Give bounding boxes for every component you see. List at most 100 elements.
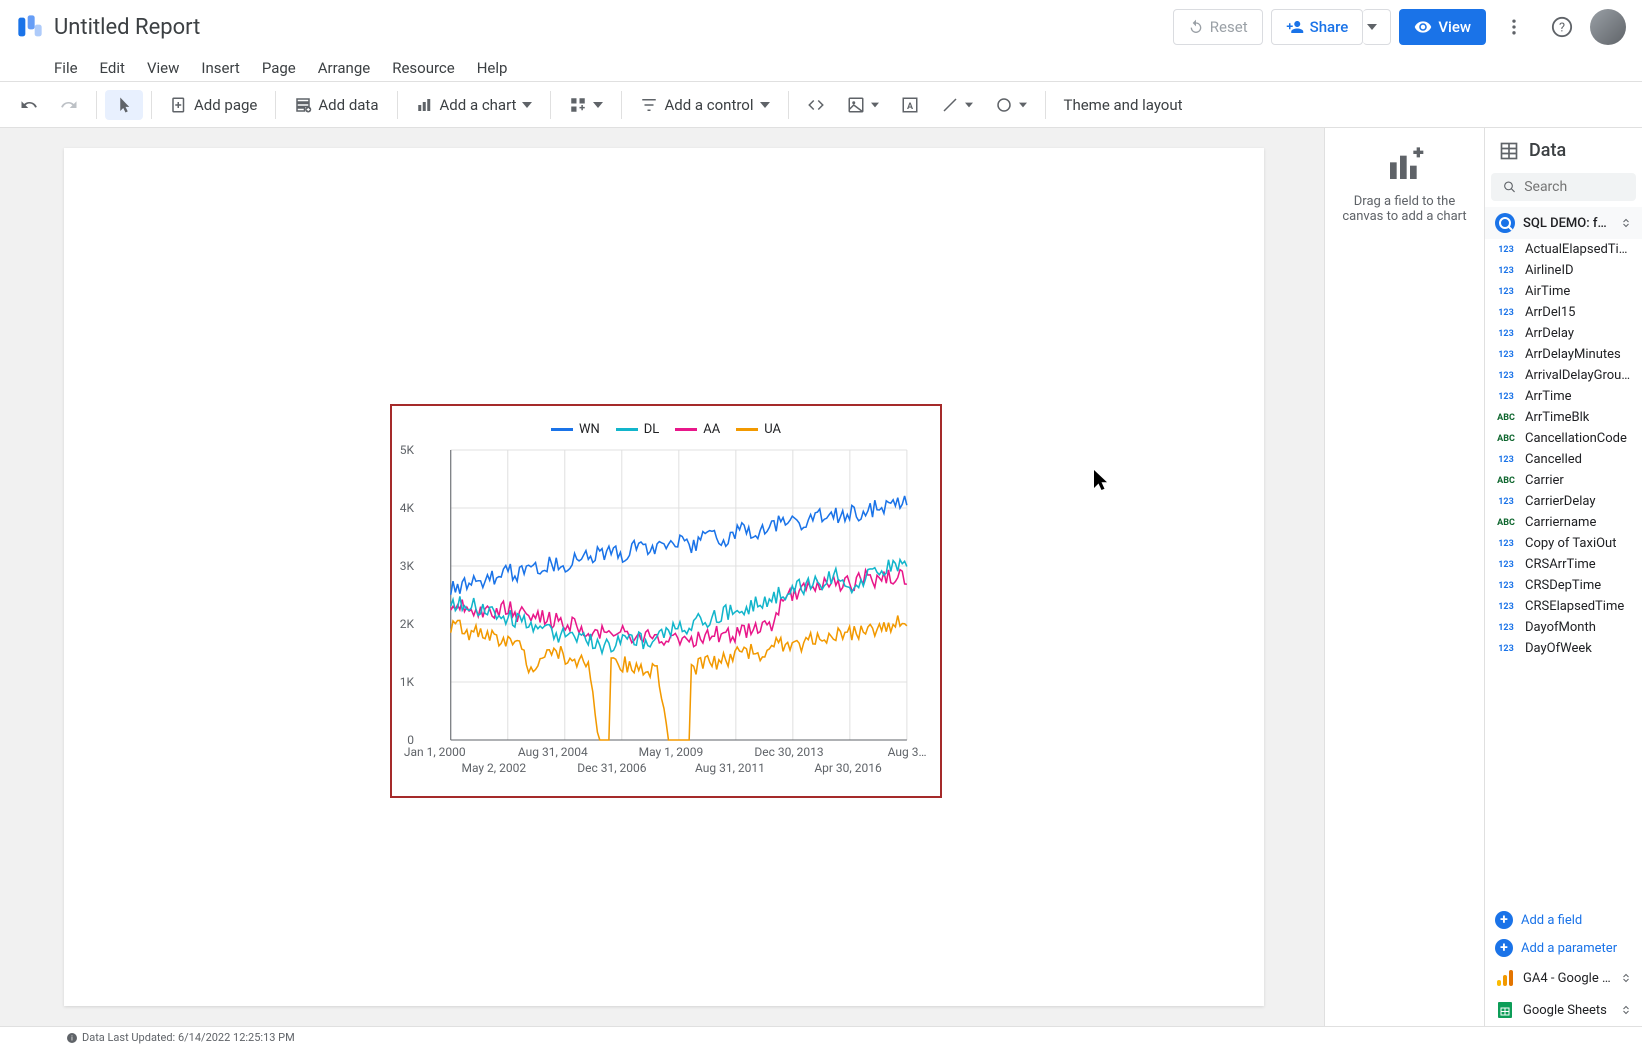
- chevron-down-icon: [871, 101, 879, 109]
- field-row[interactable]: 123Cancelled: [1485, 449, 1642, 470]
- field-row[interactable]: 123ArrDelay: [1485, 323, 1642, 344]
- toolbar-divider: [550, 91, 551, 119]
- field-name: CRSDepTime: [1525, 578, 1601, 593]
- view-label: View: [1438, 18, 1471, 36]
- field-row[interactable]: 123ActualElapsedTime: [1485, 239, 1642, 260]
- undo-button[interactable]: [10, 90, 48, 120]
- menu-arrange[interactable]: Arrange: [308, 55, 380, 81]
- menu-resource[interactable]: Resource: [382, 55, 465, 81]
- add-chart-button[interactable]: Add a chart: [406, 90, 543, 120]
- field-row[interactable]: 123CarrierDelay: [1485, 491, 1642, 512]
- report-page[interactable]: WNDLAAUA 01K2K3K4K5K Jan 1, 2000Aug 31, …: [64, 148, 1264, 1006]
- field-row[interactable]: ABCCancellationCode: [1485, 428, 1642, 449]
- field-type-badge: ABC: [1495, 434, 1517, 444]
- add-icon: +: [1495, 911, 1513, 929]
- add-field-link[interactable]: + Add a field: [1485, 906, 1642, 934]
- add-page-button[interactable]: Add page: [160, 90, 267, 120]
- menu-edit[interactable]: Edit: [90, 55, 135, 81]
- legend-item[interactable]: AA: [675, 422, 720, 437]
- datasource-name: Google Sheets: [1523, 1003, 1612, 1018]
- field-type-badge: 123: [1495, 644, 1517, 654]
- blocks-icon: [569, 96, 587, 114]
- field-row[interactable]: ABCArrTimeBlk: [1485, 407, 1642, 428]
- share-dropdown[interactable]: [1363, 9, 1391, 45]
- field-row[interactable]: 123ArrTime: [1485, 386, 1642, 407]
- image-button[interactable]: [837, 90, 889, 120]
- field-row[interactable]: ABCCarrier: [1485, 470, 1642, 491]
- redo-icon: [60, 96, 78, 114]
- legend-item[interactable]: UA: [736, 422, 781, 437]
- select-tool[interactable]: [105, 90, 143, 120]
- chevron-down-icon: [522, 100, 532, 110]
- embed-button[interactable]: [797, 90, 835, 120]
- share-button[interactable]: Share: [1271, 9, 1364, 45]
- field-row[interactable]: 123CRSDepTime: [1485, 575, 1642, 596]
- table-icon: [1499, 141, 1519, 161]
- legend-label: AA: [703, 422, 720, 437]
- field-row[interactable]: 123AirTime: [1485, 281, 1642, 302]
- legend-item[interactable]: DL: [616, 422, 660, 437]
- add-data-button[interactable]: Add data: [284, 90, 388, 120]
- x-tick-label: Aug 3…: [888, 745, 927, 759]
- field-row[interactable]: 123CRSArrTime: [1485, 554, 1642, 575]
- reset-button[interactable]: Reset: [1173, 9, 1263, 45]
- shape-button[interactable]: [985, 90, 1037, 120]
- add-parameter-link[interactable]: + Add a parameter: [1485, 934, 1642, 962]
- x-tick-label: Aug 31, 2011: [695, 761, 765, 775]
- field-name: DayOfWeek: [1525, 641, 1592, 656]
- more-options-button[interactable]: [1494, 7, 1534, 47]
- canvas-area[interactable]: WNDLAAUA 01K2K3K4K5K Jan 1, 2000Aug 31, …: [0, 128, 1324, 1026]
- redo-button[interactable]: [50, 90, 88, 120]
- field-type-badge: 123: [1495, 245, 1517, 255]
- x-axis-labels: Jan 1, 2000Aug 31, 2004May 1, 2009Dec 30…: [420, 745, 912, 785]
- view-button[interactable]: View: [1399, 9, 1486, 45]
- datasource-sheets[interactable]: Google Sheets: [1485, 994, 1642, 1026]
- status-bar: i Data Last Updated: 6/14/2022 12:25:13 …: [0, 1026, 1642, 1048]
- chevron-updown-icon[interactable]: [1620, 1004, 1632, 1016]
- legend-swatch: [616, 428, 638, 431]
- field-row[interactable]: 123CRSElapsedTime: [1485, 596, 1642, 617]
- search-input[interactable]: [1524, 179, 1624, 195]
- svg-text:A: A: [906, 101, 913, 111]
- field-row[interactable]: ABCCarriername: [1485, 512, 1642, 533]
- legend-label: UA: [764, 422, 781, 437]
- chevron-down-icon: [1367, 22, 1377, 32]
- field-name: Carriername: [1525, 515, 1596, 530]
- menu-page[interactable]: Page: [252, 55, 306, 81]
- community-vis-button[interactable]: [559, 90, 613, 120]
- time-series-chart[interactable]: WNDLAAUA 01K2K3K4K5K Jan 1, 2000Aug 31, …: [390, 404, 942, 798]
- chevron-updown-icon[interactable]: [1620, 217, 1632, 229]
- menu-insert[interactable]: Insert: [191, 55, 249, 81]
- help-button[interactable]: ?: [1542, 7, 1582, 47]
- field-type-badge: 123: [1495, 371, 1517, 381]
- drag-hint-sidebar: Drag a field to the canvas to add a char…: [1324, 128, 1484, 1026]
- add-control-button[interactable]: Add a control: [630, 90, 779, 120]
- datasource-name: SQL DEMO: faa_fli…: [1523, 216, 1612, 231]
- svg-text:i: i: [71, 1034, 73, 1042]
- datasource-ga4[interactable]: GA4 - Google Merc…: [1485, 962, 1642, 994]
- theme-layout-button[interactable]: Theme and layout: [1054, 90, 1193, 120]
- menu-help[interactable]: Help: [467, 55, 518, 81]
- field-search[interactable]: [1491, 173, 1636, 201]
- text-button[interactable]: A: [891, 90, 929, 120]
- field-row[interactable]: 123ArrDelayMinutes: [1485, 344, 1642, 365]
- field-row[interactable]: 123Copy of TaxiOut: [1485, 533, 1642, 554]
- chevron-updown-icon[interactable]: [1620, 972, 1632, 984]
- field-row[interactable]: 123ArrDel15: [1485, 302, 1642, 323]
- datasource-primary[interactable]: SQL DEMO: faa_fli…: [1485, 207, 1642, 239]
- legend-item[interactable]: WN: [551, 422, 600, 437]
- field-row[interactable]: 123DayofMonth: [1485, 617, 1642, 638]
- user-avatar[interactable]: [1590, 9, 1626, 45]
- field-row[interactable]: 123 DayOfWeek: [1485, 638, 1642, 659]
- field-type-badge: 123: [1495, 455, 1517, 465]
- field-name: CRSElapsedTime: [1525, 599, 1624, 614]
- menu-view[interactable]: View: [137, 55, 189, 81]
- menu-file[interactable]: File: [44, 55, 88, 81]
- line-button[interactable]: [931, 90, 983, 120]
- field-list[interactable]: 123ActualElapsedTime123AirlineID123AirTi…: [1485, 239, 1642, 906]
- report-title[interactable]: Untitled Report: [54, 15, 200, 40]
- legend-label: WN: [579, 422, 600, 437]
- field-row[interactable]: 123AirlineID: [1485, 260, 1642, 281]
- field-row[interactable]: 123ArrivalDelayGroups: [1485, 365, 1642, 386]
- undo-icon: [20, 96, 38, 114]
